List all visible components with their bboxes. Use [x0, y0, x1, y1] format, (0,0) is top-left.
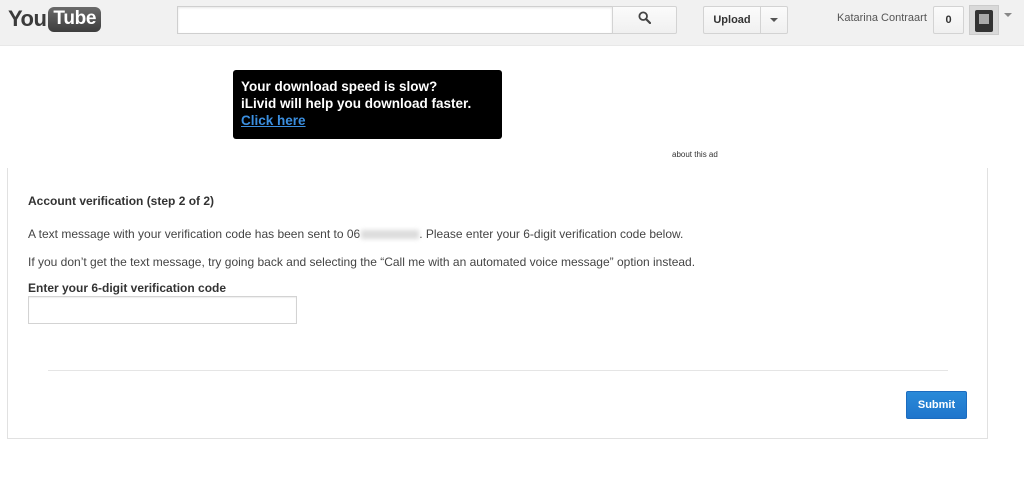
- search-icon: [638, 11, 652, 29]
- sent-message-prefix: A text message with your verification co…: [28, 227, 361, 241]
- upload-dropdown-button[interactable]: [760, 6, 788, 34]
- ad-banner[interactable]: Your download speed is slow? iLivid will…: [233, 70, 502, 139]
- avatar[interactable]: [969, 5, 999, 35]
- sent-message-text: A text message with your verification co…: [28, 227, 683, 241]
- code-field-label: Enter your 6-digit verification code: [28, 281, 227, 295]
- help-text: If you don’t get the text message, try g…: [28, 255, 696, 269]
- page-title: Account verification (step 2 of 2): [28, 194, 215, 208]
- ad-click-here-link[interactable]: Click here: [241, 112, 306, 129]
- youtube-logo[interactable]: You Tube: [8, 6, 102, 32]
- masthead: You Tube Upload Katarina Contraart 0: [0, 0, 1024, 46]
- redacted-phone-number: [361, 230, 420, 240]
- divider: [48, 370, 948, 371]
- notification-count-button[interactable]: 0: [933, 6, 964, 34]
- verification-panel: Account verification (step 2 of 2) A tex…: [7, 168, 988, 439]
- account-username[interactable]: Katarina Contraart: [837, 12, 927, 24]
- logo-you-text: You: [8, 6, 47, 31]
- submit-button[interactable]: Submit: [906, 391, 967, 419]
- avatar-image-detail: [979, 14, 989, 24]
- chevron-down-icon: [1004, 13, 1012, 34]
- about-this-ad-link[interactable]: about this ad: [672, 150, 718, 159]
- ad-subline: iLivid will help you download faster.: [241, 96, 472, 111]
- search-button[interactable]: [612, 6, 677, 34]
- verification-code-input[interactable]: [28, 296, 297, 324]
- upload-button[interactable]: Upload: [703, 6, 760, 34]
- sent-message-suffix: . Please enter your 6-digit verification…: [419, 227, 684, 241]
- chevron-down-icon: [770, 18, 778, 22]
- logo-tube-text: Tube: [48, 6, 102, 32]
- search-input[interactable]: [177, 6, 613, 34]
- account-menu-toggle[interactable]: [1004, 13, 1012, 35]
- ad-headline: Your download speed is slow?: [241, 79, 438, 94]
